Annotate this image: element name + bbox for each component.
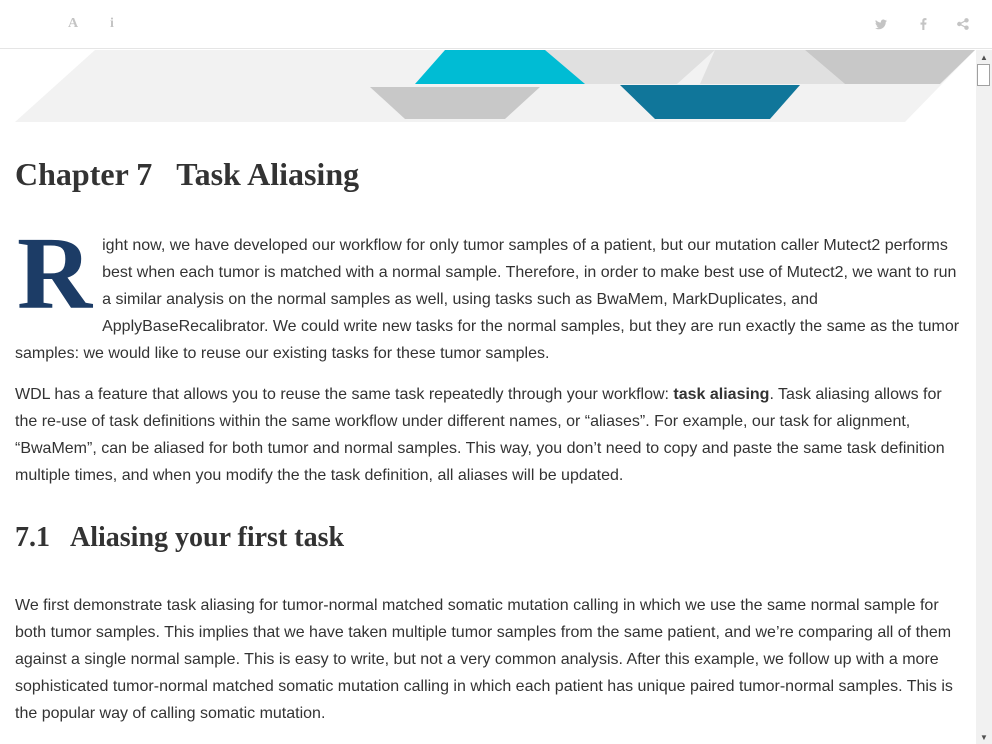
vertical-scrollbar[interactable]: ▲ ▼	[976, 50, 992, 744]
section-paragraph-text: We first demonstrate task aliasing for t…	[15, 597, 953, 722]
facebook-f-shape	[920, 18, 926, 30]
intro-paragraph-text: ight now, we have developed our workflow…	[15, 237, 960, 362]
twitter-icon[interactable]	[871, 14, 891, 34]
info-glyph: i	[110, 16, 114, 31]
scrollbar-thumb[interactable]	[977, 64, 990, 86]
twitter-bird-shape	[875, 19, 887, 29]
facebook-icon[interactable]	[913, 14, 933, 34]
drop-cap-letter: R	[17, 216, 93, 331]
book-page-content: Chapter 7 Task Aliasing Right now, we hav…	[0, 50, 976, 744]
section-name: Aliasing your first task	[70, 522, 345, 553]
chapter-number: Chapter 7	[15, 156, 153, 192]
chapter-name: Task Aliasing	[176, 156, 360, 192]
chapter-banner-graphic	[15, 50, 975, 122]
task-aliasing-term: task aliasing	[673, 386, 770, 403]
task-aliasing-paragraph: WDL has a feature that allows you to reu…	[15, 381, 960, 489]
share-icon[interactable]	[953, 14, 973, 34]
font-settings-icon[interactable]: A	[63, 14, 83, 34]
section-number: 7.1	[15, 522, 50, 553]
intro-paragraph: Right now, we have developed our workflo…	[15, 216, 960, 367]
share-nodes-shape	[957, 18, 969, 30]
scroll-up-arrow-icon[interactable]: ▲	[976, 50, 992, 64]
font-settings-glyph: A	[67, 16, 79, 31]
book-toolbar: A i	[0, 0, 992, 49]
scroll-down-arrow-icon[interactable]: ▼	[976, 730, 992, 744]
paragraph-text-before: WDL has a feature that allows you to reu…	[15, 386, 674, 403]
chapter-title: Chapter 7 Task Aliasing	[15, 156, 359, 193]
info-icon[interactable]: i	[102, 14, 122, 34]
section-paragraph: We first demonstrate task aliasing for t…	[15, 592, 960, 727]
section-heading: 7.1 Aliasing your first task	[15, 522, 344, 554]
